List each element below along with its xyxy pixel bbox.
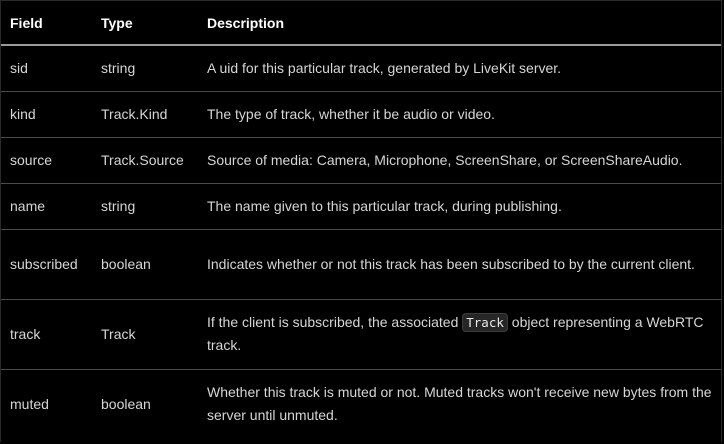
header-description: Description [198, 1, 721, 46]
type-cell: Track.Source [92, 137, 198, 184]
track-fields-table: Field Type Description sid string A uid … [1, 1, 721, 439]
table-body: sid string A uid for this particular tra… [1, 45, 721, 439]
description-cell: The type of track, whether it be audio o… [198, 91, 721, 138]
table-row: muted boolean Whether this track is mute… [1, 369, 721, 439]
description-cell: A uid for this particular track, generat… [198, 45, 721, 92]
table-row: sid string A uid for this particular tra… [1, 45, 721, 92]
field-cell: name [1, 183, 92, 230]
track-fields-table-container: Field Type Description sid string A uid … [0, 0, 722, 442]
table-row: name string The name given to this parti… [1, 183, 721, 230]
field-cell: kind [1, 91, 92, 138]
header-field: Field [1, 1, 92, 46]
type-cell: boolean [101, 395, 151, 412]
description-cell: If the client is subscribed, the associa… [198, 299, 721, 370]
table-header-row: Field Type Description [1, 1, 721, 46]
type-cell: Track.Kind [92, 91, 198, 138]
description-cell: Indicates whether or not this track has … [198, 229, 721, 300]
field-cell: source [1, 137, 92, 184]
field-cell: muted [10, 395, 49, 412]
header-type: Type [92, 1, 198, 46]
table-row: subscribed boolean Indicates whether or … [1, 229, 721, 300]
field-cell: sid [1, 45, 92, 92]
field-cell: track [1, 299, 92, 370]
field-cell: subscribed [1, 229, 92, 300]
type-cell: boolean [92, 229, 198, 300]
track-inline-code: Track [462, 313, 508, 332]
table-header: Field Type Description [1, 1, 721, 46]
type-cell: Track [92, 299, 198, 370]
description-cell: The name given to this particular track,… [198, 183, 721, 230]
table-row: track Track If the client is subscribed,… [1, 299, 721, 370]
description-cell: Source of media: Camera, Microphone, Scr… [198, 137, 721, 184]
description-cell: Whether this track is muted or not. Mute… [207, 384, 712, 424]
table-row: source Track.Source Source of media: Cam… [1, 137, 721, 184]
table-row: kind Track.Kind The type of track, wheth… [1, 91, 721, 138]
type-cell: string [92, 45, 198, 92]
description-text-before: If the client is subscribed, the associa… [207, 314, 459, 330]
type-cell: string [92, 183, 198, 230]
